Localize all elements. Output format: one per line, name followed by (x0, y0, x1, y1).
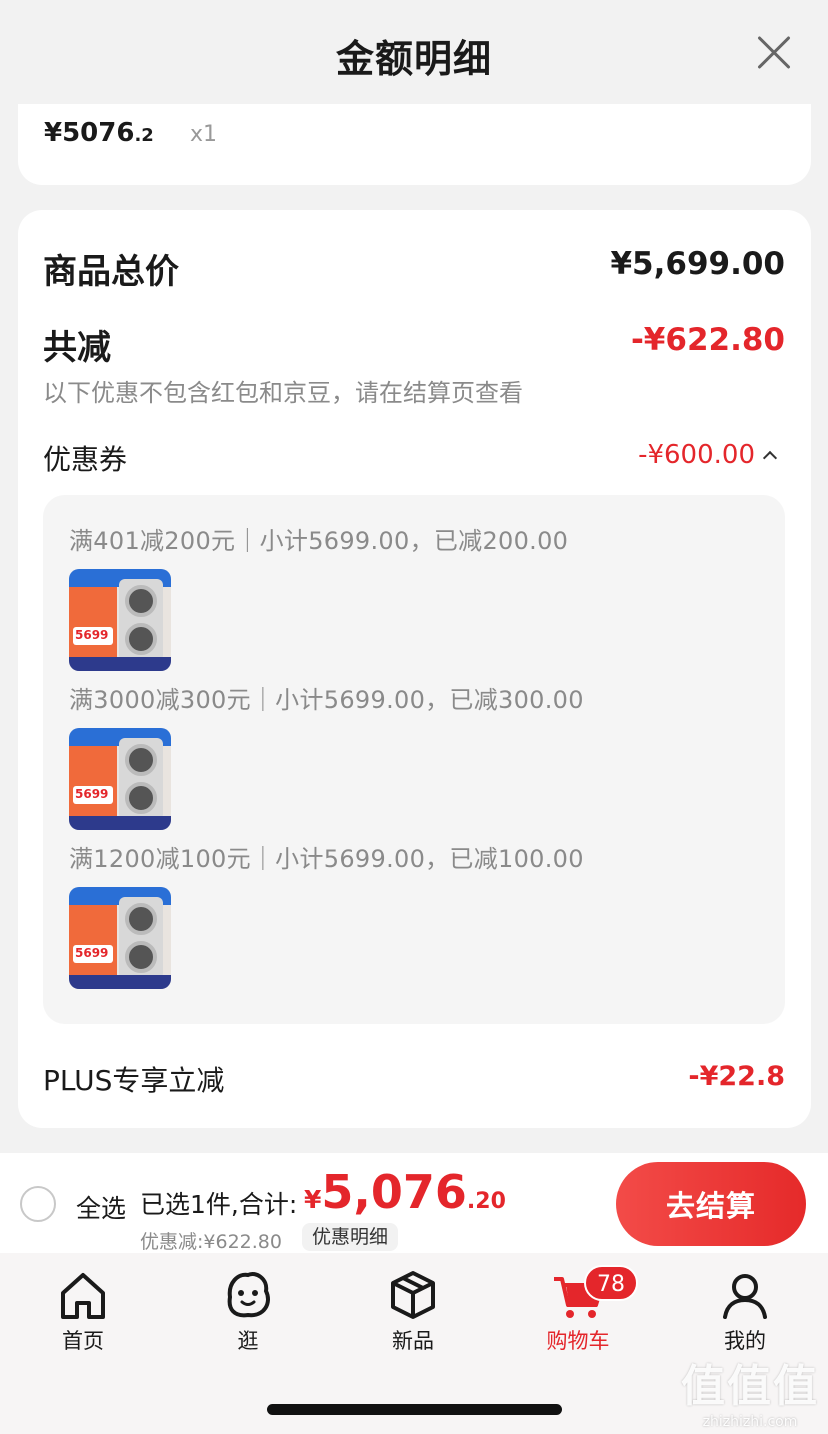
coupon-rule: 满1200减100元｜小计5699.00，已减100.00 (69, 845, 584, 873)
tab-explore-label: 逛 (237, 1329, 259, 1353)
checkout-button[interactable]: 去结算 (616, 1162, 806, 1246)
select-all-radio[interactable] (20, 1186, 56, 1222)
discount-note: 以下优惠不包含红包和京豆，请在结算页查看 (43, 379, 523, 407)
tab-cart-label: 购物车 (546, 1329, 610, 1353)
tab-me[interactable]: 我的 (700, 1267, 790, 1355)
select-all-label[interactable]: 全选 (76, 1189, 126, 1225)
home-indicator[interactable] (267, 1404, 562, 1415)
tab-new[interactable]: 新品 (368, 1267, 458, 1355)
watermark-site: zhizhizhi.com (702, 1414, 798, 1430)
checkout-bar: 全选 已选1件,合计: ¥5,076.20 优惠减:¥622.80 优惠明细 去… (0, 1153, 828, 1253)
sheet-header: 金额明细 (0, 0, 828, 104)
item-card: ¥5076.2 x1 (18, 104, 811, 185)
tab-explore[interactable]: 逛 (203, 1267, 293, 1355)
product-thumbnail[interactable]: 5699 (69, 569, 171, 671)
coupon-rule: 满3000减300元｜小计5699.00，已减300.00 (69, 686, 584, 714)
box-icon (391, 1271, 435, 1319)
tab-home[interactable]: 首页 (38, 1267, 128, 1355)
thumbnail-price: 5699 (75, 787, 109, 801)
thumbnail-price: 5699 (75, 628, 109, 642)
sheet-title: 金额明细 (335, 37, 492, 81)
explore-icon (227, 1272, 270, 1318)
plus-discount-value: -¥22.8 (688, 1061, 785, 1092)
watermark: 值值值 zhizhizhi.com (676, 1350, 824, 1430)
close-icon[interactable] (756, 34, 792, 70)
total-amount: ¥5,076.20 (304, 1165, 506, 1219)
tab-home-label: 首页 (62, 1329, 104, 1353)
coupon-list: 满401减200元｜小计5699.00，已减200.00 5699 满3000减… (43, 495, 785, 1024)
item-quantity: x1 (190, 122, 218, 147)
chevron-up-icon[interactable] (762, 450, 778, 466)
product-thumbnail[interactable]: 5699 (69, 887, 171, 989)
plus-discount-label: PLUS专享立减 (43, 1064, 225, 1097)
coupon-label[interactable]: 优惠券 (43, 438, 127, 478)
coupon-value[interactable]: -¥600.00 (638, 440, 755, 470)
goods-total-value: ¥5,699.00 (610, 246, 785, 282)
watermark-logo: 值值值 (681, 1361, 819, 1412)
user-icon (723, 1274, 767, 1319)
total-currency: ¥ (304, 1185, 322, 1214)
coupon-rule: 满401减200元｜小计5699.00，已减200.00 (69, 527, 569, 555)
tab-new-label: 新品 (392, 1329, 434, 1353)
price-summary-card: 商品总价 ¥5,699.00 共减 -¥622.80 以下优惠不包含红包和京豆，… (18, 210, 811, 1128)
selected-count-text: 已选1件,合计: (140, 1190, 298, 1219)
discount-amount-text: 优惠减:¥622.80 (140, 1231, 282, 1253)
reduce-value: -¥622.80 (630, 322, 785, 358)
item-price: ¥5076.2 (44, 118, 154, 148)
thumbnail-price: 5699 (75, 946, 109, 960)
goods-total-label: 商品总价 (43, 252, 179, 292)
total-decimal: .20 (466, 1189, 506, 1214)
reduce-label: 共减 (43, 328, 111, 368)
product-thumbnail[interactable]: 5699 (69, 728, 171, 830)
item-price-main: ¥5076 (44, 118, 135, 148)
discount-detail-link[interactable]: 优惠明细 (302, 1223, 399, 1251)
cart-count-badge: 78 (584, 1265, 638, 1301)
amount-detail-sheet: 金额明细 ¥5076.2 x1 商品总价 ¥5,699.00 共减 -¥622.… (0, 0, 828, 1160)
home-icon (61, 1273, 105, 1319)
total-main: 5,076 (321, 1165, 467, 1219)
item-price-decimal: .2 (134, 125, 154, 146)
